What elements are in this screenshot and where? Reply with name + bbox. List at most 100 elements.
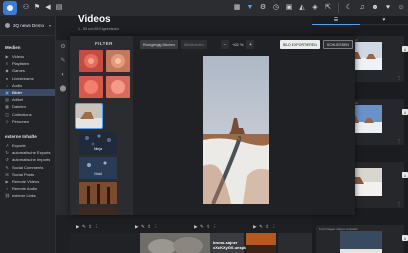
left-sidebar: 3Q news Demo ▾ Medien ▶ Videos ≡ Playliste… (0, 16, 56, 253)
app-logo-icon[interactable] (3, 1, 17, 15)
tab-favorites[interactable]: ♥ (360, 16, 408, 25)
sidebar-item-label: Remote Videos (12, 178, 40, 184)
sidebar-item-auto-imports[interactable]: ↺ automatische Imports (0, 156, 55, 163)
funnel-icon[interactable]: ▼ (245, 0, 255, 16)
sidebar-item-label: Collections (12, 111, 32, 117)
play-icon[interactable]: ▶ (135, 224, 138, 231)
video-icon: ▶ (5, 54, 9, 60)
adjust-tool-icon[interactable]: ⚙ (56, 40, 70, 54)
more-icon[interactable]: ⋮ (272, 224, 277, 231)
sidebar-item-externe-links[interactable]: ⛓ externe Links (0, 192, 55, 199)
flag-icon[interactable]: ⚑ (32, 0, 42, 16)
play-icon[interactable]: ▶ (194, 224, 197, 231)
share-icon[interactable]: ⇪ (265, 224, 269, 231)
download-icon[interactable]: ⤓ (402, 172, 408, 178)
filter-thumbnail-gold[interactable]: Gold (79, 157, 117, 179)
moon-icon[interactable]: ☾ (344, 0, 354, 16)
more-icon[interactable]: ⋮ (95, 224, 100, 231)
sidebar-item-livestreams[interactable]: ● Livestreams (0, 75, 55, 82)
filter-thumbnail[interactable] (79, 50, 103, 72)
more-icon[interactable]: ⋮ (397, 138, 401, 143)
media-card[interactable]: Kutzi Dagan videos unsplash (316, 225, 404, 253)
video-thumbnail[interactable] (70, 233, 140, 253)
play-icon[interactable]: ▶ (76, 224, 79, 231)
sidebar-item-playlisten[interactable]: ≡ Playlisten (0, 60, 55, 67)
grid-icon[interactable]: ▦ (232, 0, 242, 16)
sidebar-item-social-posts[interactable]: ✉ Social Posts (0, 171, 55, 178)
remote-audio-icon: ♪ (6, 186, 8, 192)
sidebar-item-exporte[interactable]: ↗ Exporte (0, 142, 55, 149)
more-icon[interactable]: ⋮ (397, 201, 401, 206)
video-thumbnail[interactable] (246, 233, 276, 253)
undo-button[interactable]: Rückgängig Machen (140, 40, 178, 49)
sidebar-item-label: Audio (12, 82, 23, 88)
more-icon[interactable]: ⋮ (397, 75, 401, 80)
download-icon[interactable]: ⤓ (402, 46, 408, 52)
filter-thumbnail-ruby[interactable] (79, 182, 117, 204)
edit-icon[interactable]: ✎ (82, 224, 86, 231)
filter-thumbnail-selected[interactable] (75, 103, 103, 129)
sidebar-item-personen[interactable]: ☺ Personen (0, 118, 55, 125)
download-icon[interactable]: ⤓ (402, 109, 408, 115)
sidebar-item-social-comments[interactable]: ✎ Social Comments (0, 163, 55, 170)
edit-icon[interactable]: ✎ (200, 224, 204, 231)
sidebar-item-collections[interactable]: ◫ Collections (0, 111, 55, 118)
zoom-value: +62 % (232, 42, 244, 47)
filter-tool-icon[interactable]: ◐ (56, 68, 70, 82)
sidebar-item-remote-audio[interactable]: ♪ Remote Audio (0, 185, 55, 192)
filter-thumbnail[interactable] (106, 76, 130, 98)
tag-icon[interactable]: ◈ (310, 0, 320, 16)
filter-thumbnail[interactable] (106, 50, 130, 72)
sidebar-item-label: externe Links (12, 193, 36, 199)
media-thumbnail[interactable] (340, 231, 382, 253)
card-controls: ▶ ✎ ⇪ ⋮ (135, 224, 158, 231)
tab-list[interactable]: ☰ (312, 16, 360, 25)
user-icon[interactable]: ☻ (370, 0, 380, 16)
sidebar-item-audio[interactable]: ♪ Audio (0, 82, 55, 89)
redo-button[interactable]: Wiederholen (180, 40, 207, 49)
video-thumbnail[interactable] (140, 233, 210, 253)
calendar-icon[interactable]: ▣ (284, 0, 294, 16)
doc-icon[interactable]: ▤ (54, 0, 64, 16)
close-button[interactable]: SCHLIESSEN (322, 40, 353, 49)
filter-thumbnail-ninja[interactable]: Ninja (79, 132, 117, 154)
sidebar-item-videos[interactable]: ▶ Videos (0, 53, 55, 60)
page-title: Videos (78, 14, 111, 25)
sidebar-item-artikel[interactable]: ▤ Artikel (0, 96, 55, 103)
zoom-out-button[interactable]: − (221, 40, 229, 49)
megaphone-icon[interactable]: ◀ (43, 0, 53, 16)
notification-bell-icon[interactable]: ♫ (357, 0, 367, 16)
zoom-in-button[interactable]: + (246, 40, 255, 49)
account-icon[interactable]: ☺ (396, 0, 406, 16)
edit-icon[interactable]: ✎ (259, 224, 263, 231)
share-icon[interactable]: ⇪ (206, 224, 210, 231)
export-image-button[interactable]: BILD EXPORTIEREN (280, 40, 320, 49)
video-thumbnail[interactable] (278, 233, 312, 253)
background-card-controls: ▶ ✎ ⇪ ⋮ ▶ ✎ ⇪ ⋮ ▶ ✎ ⇪ ⋮ ▶ ✎ ⇪ ⋮ (70, 224, 312, 231)
share-icon[interactable]: ⇪ (88, 224, 92, 231)
edit-icon[interactable]: ✎ (141, 224, 145, 231)
play-icon[interactable]: ▶ (253, 224, 256, 231)
top-bar-left-icons: ⚇ ⚑ ◀ ▤ (21, 0, 64, 16)
users-icon[interactable]: ⚇ (21, 0, 31, 16)
settings-icon[interactable]: ⚙ (258, 0, 268, 16)
sidebar-item-dateien[interactable]: ▦ Dateien (0, 103, 55, 110)
heart-icon[interactable]: ♥ (383, 0, 393, 16)
download-icon[interactable]: ⤓ (402, 235, 408, 241)
more-icon[interactable]: ⋮ (154, 224, 159, 231)
sticker-tool-icon[interactable]: ⬤ (56, 82, 70, 96)
filter-thumbnail[interactable] (79, 76, 103, 98)
editor-tool-strip: ⚙ ✎ ◐ ⬤ (56, 40, 70, 215)
sidebar-item-auto-exports[interactable]: ↻ automatische Exports (0, 149, 55, 156)
sidebar-item-games[interactable]: ◆ Games (0, 67, 55, 74)
more-icon[interactable]: ⋮ (213, 224, 218, 231)
clock-icon[interactable]: ◷ (271, 0, 281, 16)
external-icon[interactable]: ⇱ (323, 0, 333, 16)
share-icon[interactable]: ⇪ (147, 224, 151, 231)
draw-tool-icon[interactable]: ✎ (56, 54, 70, 68)
workspace-selector[interactable]: 3Q news Demo ▾ (0, 16, 55, 36)
sidebar-item-remote-videos[interactable]: ▶ Remote Videos (0, 178, 55, 185)
bell-icon[interactable]: ◭ (297, 0, 307, 16)
filter-thumbnail-mauve[interactable] (79, 207, 117, 215)
sidebar-item-bilder[interactable]: ▣ Bilder (0, 88, 55, 97)
